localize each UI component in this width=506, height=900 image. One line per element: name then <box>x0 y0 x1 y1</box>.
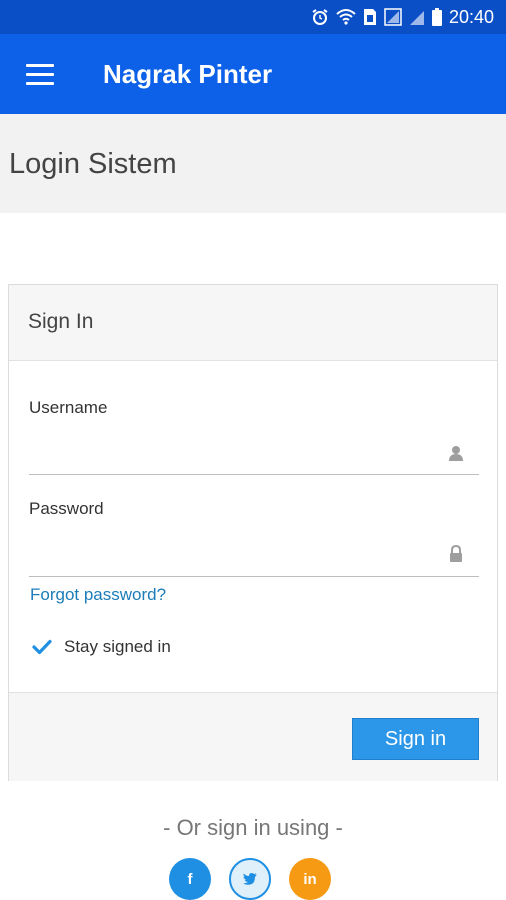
card-footer: Sign in <box>9 692 497 781</box>
user-icon <box>449 446 463 461</box>
page-header: Login Sistem <box>0 114 506 213</box>
page-title: Login Sistem <box>9 148 177 180</box>
twitter-icon[interactable] <box>229 858 271 900</box>
hamburger-menu-icon[interactable] <box>26 64 54 86</box>
checkmark-icon <box>32 639 52 655</box>
twitter-bird-icon <box>243 873 257 885</box>
status-icons: 20:40 <box>311 7 494 27</box>
password-label: Password <box>29 499 104 518</box>
username-input[interactable] <box>29 438 479 475</box>
card-header: Sign In <box>9 285 497 361</box>
app-bar: Nagrak Pinter <box>0 34 506 114</box>
forgot-password-link[interactable]: Forgot password? <box>30 585 166 605</box>
alt-signin-text: - Or sign in using - <box>163 815 343 840</box>
lock-icon <box>450 545 462 562</box>
card-title: Sign In <box>28 310 94 333</box>
status-time: 20:40 <box>448 7 494 27</box>
linkedin-glyph: in <box>303 870 317 888</box>
alarm-icon <box>312 9 328 25</box>
stay-signed-in-checkbox[interactable]: Stay signed in <box>32 635 171 659</box>
facebook-glyph: f <box>187 870 193 888</box>
password-input[interactable] <box>29 540 479 577</box>
signal-strength-icon <box>409 11 424 25</box>
status-bar: 20:40 <box>0 0 506 34</box>
signin-card: Sign In Username Password Forgot passwor… <box>8 284 498 781</box>
sim-icon <box>363 9 376 25</box>
stay-signed-in-label: Stay signed in <box>64 637 171 656</box>
linkedin-icon[interactable]: in <box>289 858 331 900</box>
sign-in-button[interactable]: Sign in <box>352 718 479 760</box>
signal-icon <box>384 8 402 26</box>
app-title: Nagrak Pinter <box>103 59 273 89</box>
facebook-icon[interactable]: f <box>169 858 211 900</box>
username-label: Username <box>29 398 108 417</box>
wifi-icon <box>336 9 356 25</box>
battery-icon <box>431 8 442 26</box>
